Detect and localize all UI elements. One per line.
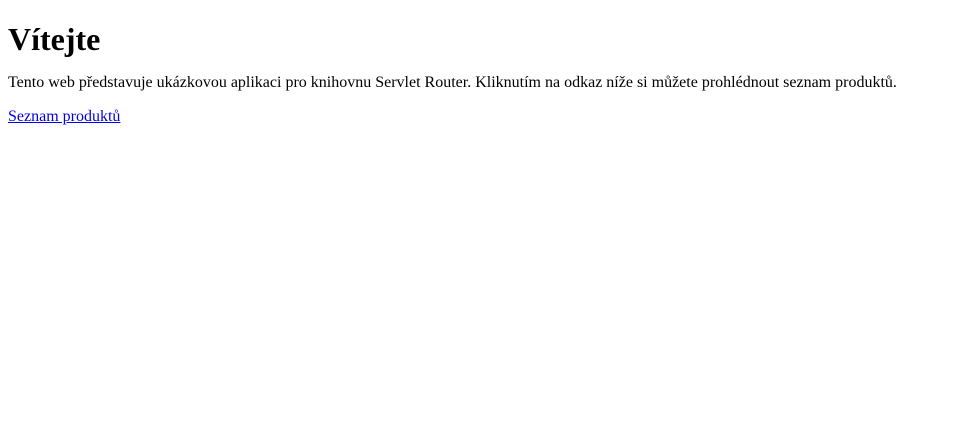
products-list-link[interactable]: Seznam produktů [8,108,120,125]
page-title: Vítejte [8,21,101,57]
intro-paragraph: Tento web představuje ukázkovou aplikaci… [8,74,897,91]
page-content: Vítejte Tento web představuje ukázkovou … [0,21,960,126]
link-paragraph: Seznam produktů [8,108,952,126]
